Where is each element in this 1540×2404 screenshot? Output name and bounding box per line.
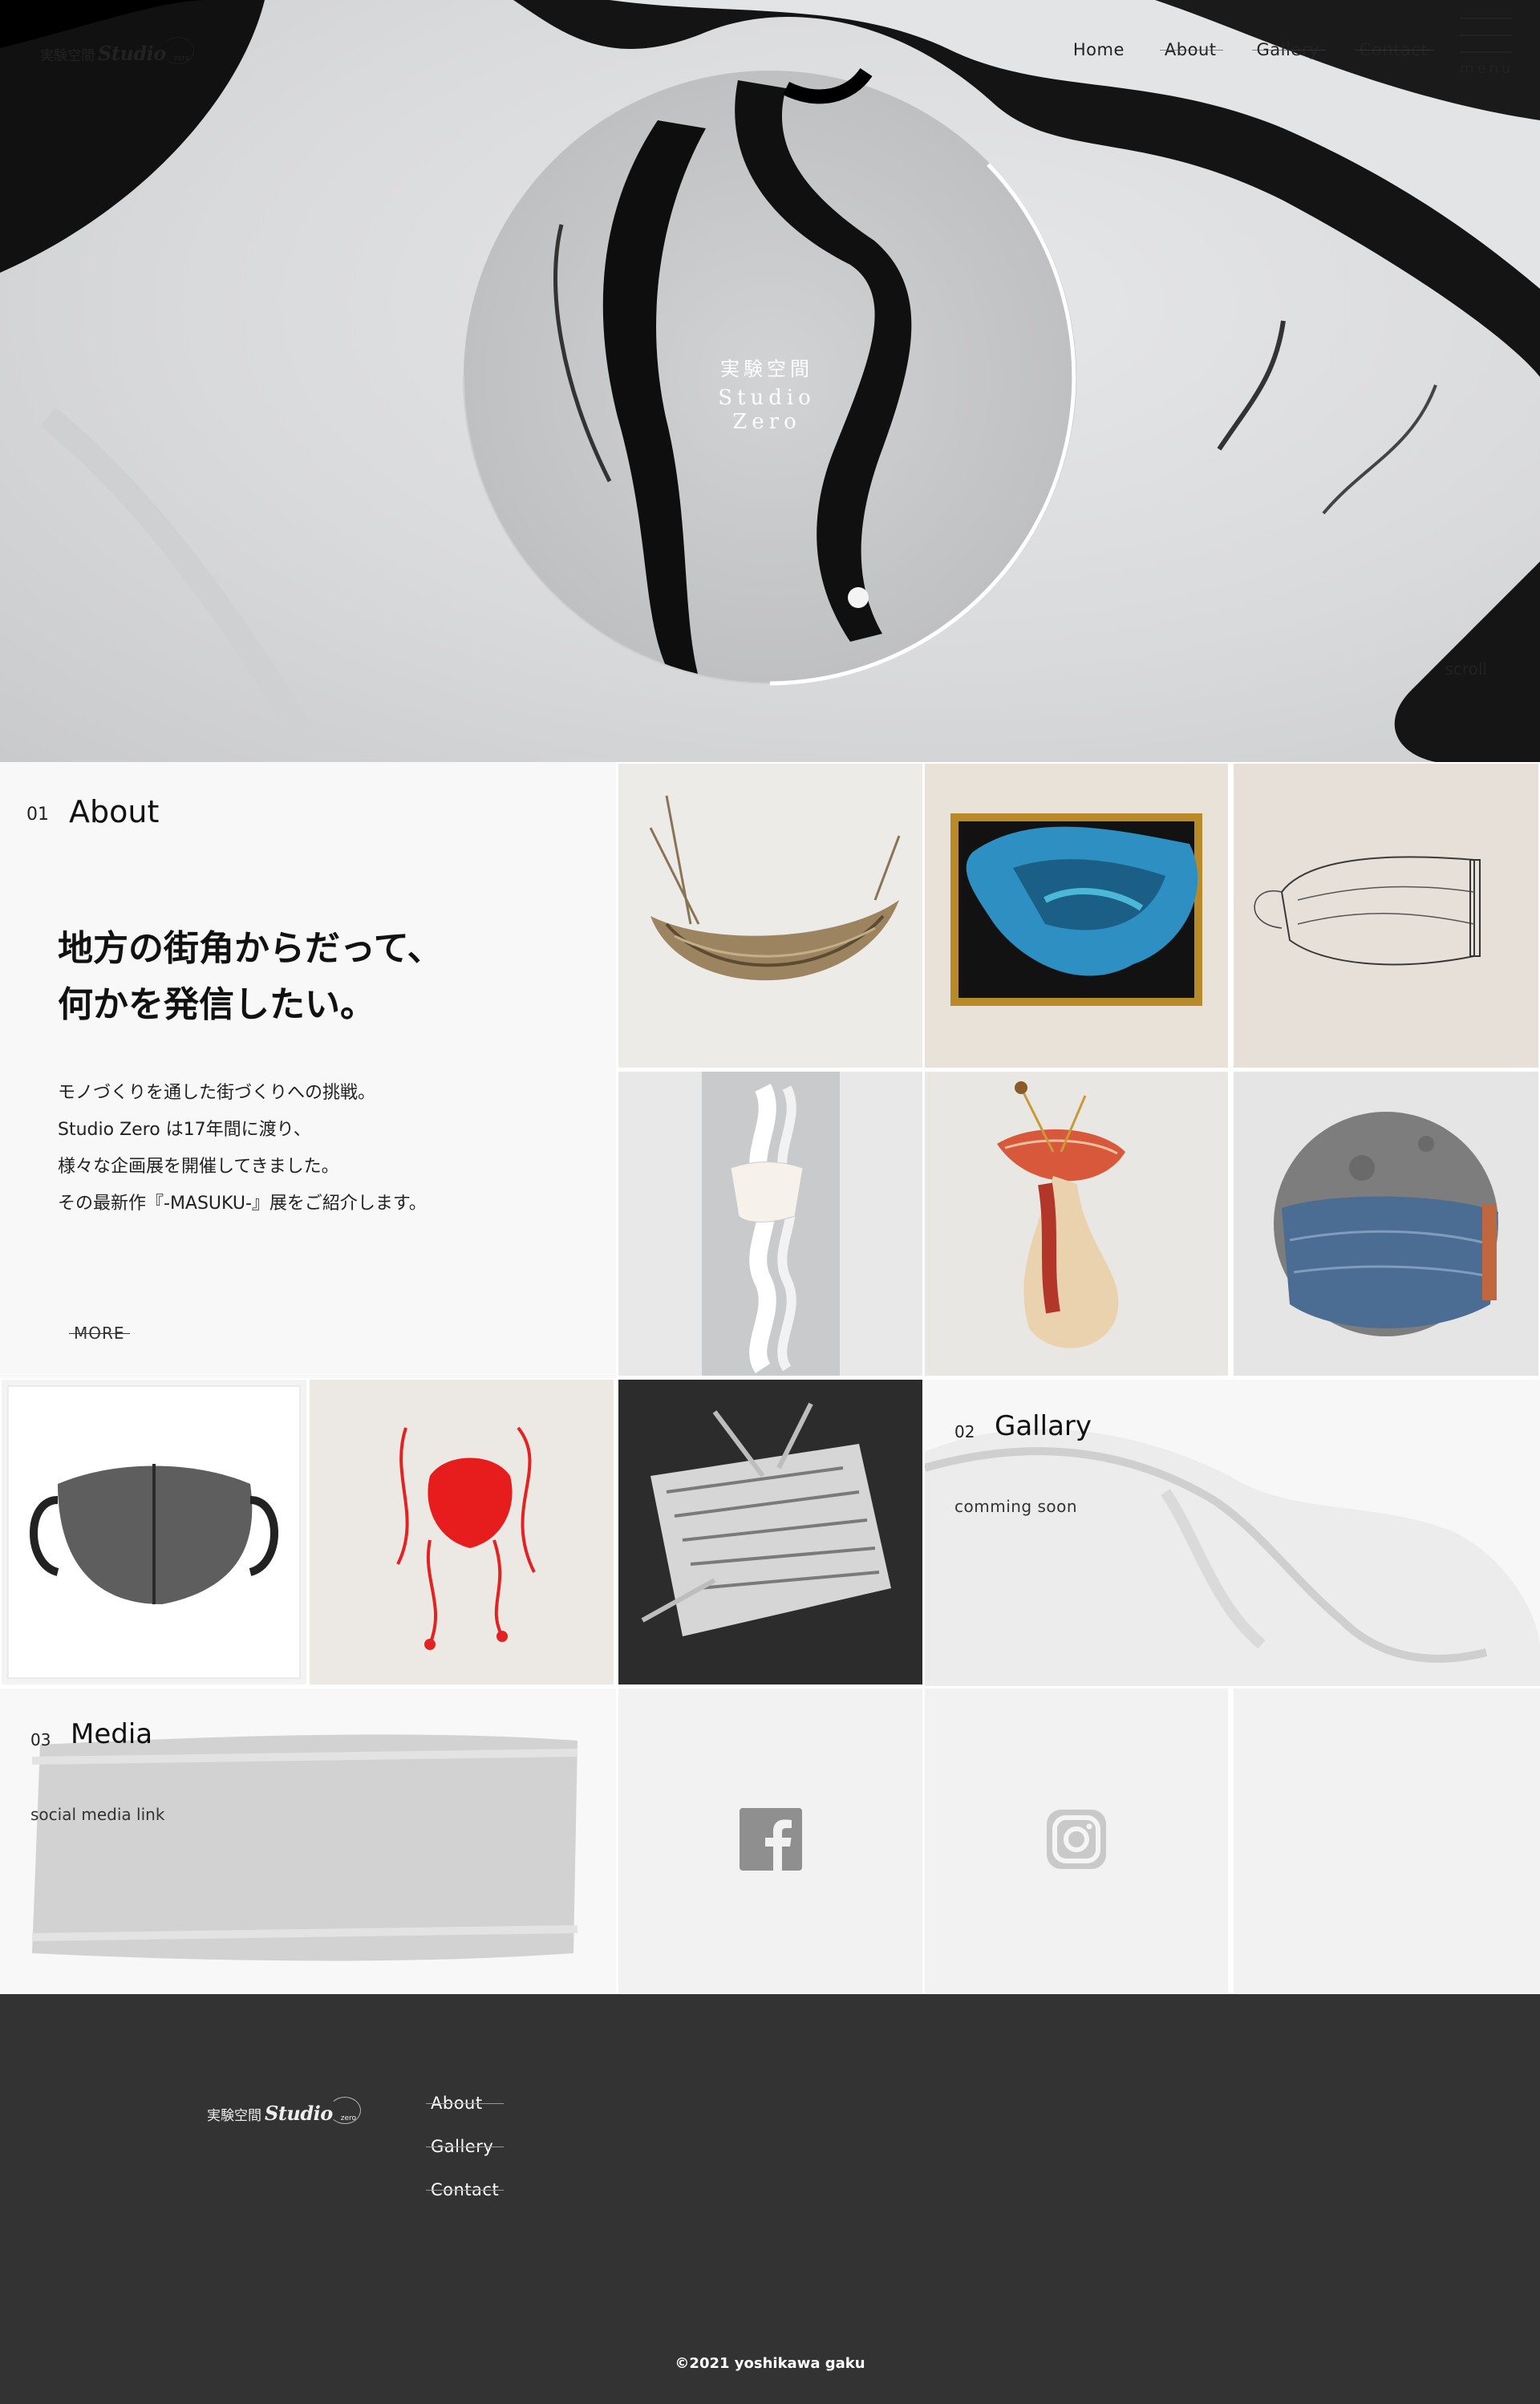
footer-nav-contact[interactable]: Contact: [425, 2180, 505, 2199]
nav-home[interactable]: Home: [1073, 40, 1125, 59]
footer-logo-jp: 実験空間: [207, 2108, 261, 2124]
artwork-tile-newspaper-mask[interactable]: [618, 1380, 922, 1684]
artwork-tile-red-yarn-mask[interactable]: [310, 1380, 614, 1684]
artwork-tile-blue-paper-in-frame[interactable]: [925, 764, 1228, 1068]
site-logo[interactable]: 実験空間 Studio zero: [40, 37, 195, 65]
copyright: ©2021 yoshikawa gaku: [675, 2355, 865, 2372]
gallary-number: 02: [954, 1422, 975, 1441]
about-lead-line: 何かを発信したい。: [58, 984, 375, 1025]
hero-title-jp: 実験空間: [720, 358, 813, 380]
artwork-tile-woven-straw-nest[interactable]: [618, 764, 922, 1068]
artwork-tile-red-coral-sculpture[interactable]: [925, 1072, 1228, 1376]
footer-logo-en: Studio: [265, 2102, 333, 2125]
hero-title: 実験空間 Studio Zero: [687, 353, 847, 434]
about-section: [0, 762, 616, 1378]
menu-button[interactable]: menu: [1460, 18, 1513, 77]
artwork-tile-wavy-white-mask[interactable]: [618, 1072, 922, 1376]
hero: 実験空間 Studio zero Home About Gallery Cont…: [0, 0, 1540, 762]
logo-ring-icon: [162, 37, 195, 64]
about-lead: 地方の街角からだって、 何かを発信したい。: [58, 921, 443, 1033]
about-body-line: Studio Zero は17年間に渡り、: [58, 1120, 311, 1140]
footer-nav-gallery[interactable]: Gallery: [425, 2137, 505, 2156]
empty-social-tile: [1234, 1688, 1540, 1993]
artwork-tile-ink-mask-on-cotton[interactable]: [2, 1380, 306, 1684]
logo-jp: 実験空間: [40, 48, 95, 64]
hero-title-en: Studio Zero: [718, 386, 816, 434]
facebook-icon: [739, 1808, 802, 1874]
hamburger-icon-bar: [1460, 51, 1513, 53]
media-title: Media: [71, 1718, 153, 1750]
global-nav: Home About Gallery Contact: [1073, 40, 1435, 59]
footer-nav-about[interactable]: About: [425, 2094, 505, 2113]
about-lead-line: 地方の街角からだって、: [58, 928, 443, 969]
gallary-text: comming soon: [954, 1497, 1078, 1516]
about-title: About: [69, 794, 160, 829]
about-body-line: その最新作『-MASUKU-』展をご紹介します。: [58, 1194, 427, 1214]
about-number: 01: [26, 805, 49, 825]
hamburger-icon: [1460, 18, 1513, 19]
media-text: social media link: [30, 1805, 165, 1824]
scroll-indicator[interactable]: scroll: [1445, 659, 1487, 679]
about-body: モノづくりを通した街づくりへの挑戦。 Studio Zero は17年間に渡り、…: [58, 1075, 427, 1222]
media-number: 03: [30, 1730, 51, 1749]
facebook-link[interactable]: [618, 1688, 922, 1993]
about-body-line: 様々な企画展を開催してきました。: [58, 1157, 339, 1177]
footer-nav: About Gallery Contact: [425, 2094, 505, 2199]
menu-label: menu: [1460, 60, 1514, 77]
nav-about[interactable]: About: [1159, 40, 1223, 59]
instagram-link[interactable]: [925, 1688, 1228, 1993]
footer-logo[interactable]: 実験空間 Studio zero: [207, 2097, 362, 2125]
logo-en: Studio: [98, 42, 166, 65]
footer-logo-ring-icon: [329, 2097, 362, 2124]
artwork-tile-wire-mask-drawing[interactable]: [1234, 764, 1538, 1068]
instagram-icon: [1045, 1808, 1108, 1874]
artwork-tile-denim-mask-moon[interactable]: [1234, 1072, 1538, 1376]
gallary-title: Gallary: [995, 1410, 1092, 1442]
nav-contact[interactable]: Contact: [1354, 40, 1435, 59]
nav-gallery[interactable]: Gallery: [1251, 40, 1327, 59]
about-body-line: モノづくりを通した街づくりへの挑戦。: [58, 1083, 376, 1103]
footer: [0, 1994, 1540, 2404]
more-link[interactable]: MORE: [69, 1324, 130, 1343]
hamburger-icon-bar: [1460, 34, 1513, 36]
